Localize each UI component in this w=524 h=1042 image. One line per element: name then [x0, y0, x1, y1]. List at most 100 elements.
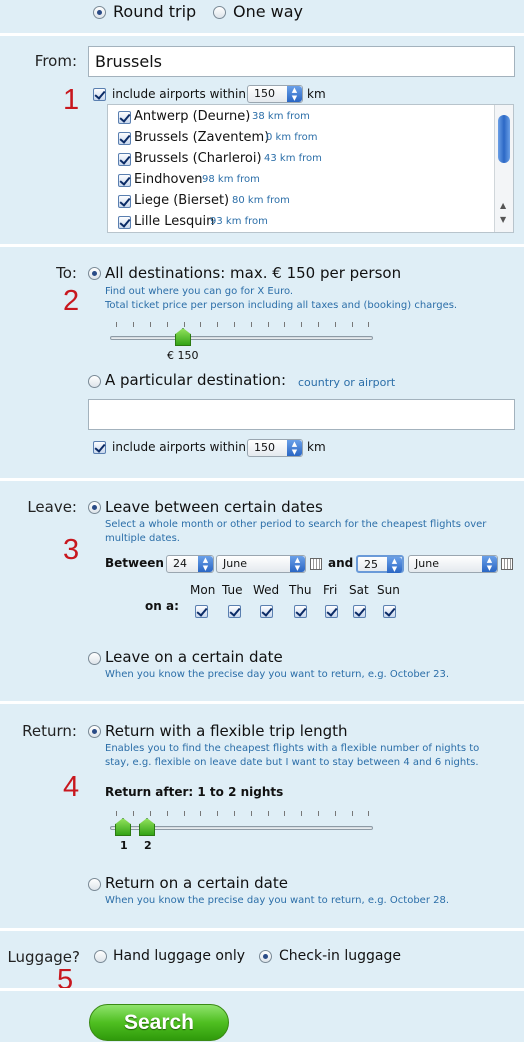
slider-tick: [368, 322, 369, 327]
from-radius-select[interactable]: 150 ▲ ▼: [247, 85, 303, 103]
day-fri-checkbox[interactable]: [325, 605, 338, 618]
search-button[interactable]: Search: [89, 1004, 229, 1041]
slider-tick: [352, 322, 353, 327]
from-day-value: 24: [173, 557, 187, 570]
to-include-airports-checkbox[interactable]: [93, 441, 106, 454]
airport-checkbox[interactable]: [118, 195, 131, 208]
slider-tick: [284, 811, 285, 816]
from-day-select[interactable]: 24 ▲ ▼: [166, 555, 214, 573]
leave-between-radio[interactable]: [88, 501, 101, 514]
slider-tick: [301, 322, 302, 327]
separator: [0, 701, 524, 704]
hand-luggage-radio[interactable]: [94, 950, 107, 963]
to-hint-1: Find out where you can go for X Euro.: [105, 286, 294, 297]
calendar-icon[interactable]: [501, 558, 513, 570]
from-radius-value: 150: [254, 87, 275, 100]
return-label: Return:: [22, 722, 77, 740]
one-way-radio[interactable]: [213, 6, 226, 19]
airport-checkbox[interactable]: [118, 216, 131, 229]
return-flexible-label: Return with a flexible trip length: [105, 722, 348, 740]
slider-thumb-max[interactable]: [139, 818, 155, 836]
day-fri-label: Fri: [323, 583, 338, 597]
airport-checkbox[interactable]: [118, 111, 131, 124]
return-certain-date-radio[interactable]: [88, 878, 101, 891]
slider-tick: [150, 811, 151, 816]
day-sat-checkbox[interactable]: [353, 605, 366, 618]
destination-input[interactable]: [88, 399, 515, 430]
day-mon-checkbox[interactable]: [195, 605, 208, 618]
airport-checkbox[interactable]: [118, 174, 131, 187]
airport-list[interactable]: Antwerp (Deurne) 38 km from Brussels (Za…: [107, 104, 514, 233]
day-wed-checkbox[interactable]: [260, 605, 273, 618]
to-radius-select[interactable]: 150 ▲ ▼: [247, 439, 303, 457]
from-include-airports-checkbox[interactable]: [93, 88, 106, 101]
all-destinations-radio[interactable]: [88, 267, 101, 280]
leave-label: Leave:: [27, 498, 77, 516]
to-include-airports-label: include airports within: [112, 440, 246, 454]
checkin-luggage-label: Check-in luggage: [279, 948, 401, 964]
slider-tick: [167, 811, 168, 816]
to-day-select[interactable]: 25 ▲ ▼: [356, 555, 404, 573]
step-number-1: 1: [63, 84, 80, 116]
slider-thumb-min[interactable]: [115, 818, 131, 836]
day-tue-checkbox[interactable]: [228, 605, 241, 618]
slider-tick: [133, 811, 134, 816]
slider-tick: [234, 322, 235, 327]
airport-distance: 98 km from: [202, 174, 260, 185]
day-thu-label: Thu: [289, 583, 312, 597]
return-certain-date-label: Return on a certain date: [105, 874, 288, 892]
to-hint-2: Total ticket price per person including …: [105, 300, 458, 311]
day-thu-checkbox[interactable]: [294, 605, 307, 618]
airport-distance: 93 km from: [210, 216, 268, 227]
slider-tick: [217, 811, 218, 816]
slider-tick: [133, 322, 134, 327]
slider-tick: [116, 811, 117, 816]
chevron-updown-icon: ▲ ▼: [198, 556, 213, 572]
scroll-down-icon[interactable]: ▼: [500, 215, 506, 224]
airport-name: Brussels (Zaventem): [134, 130, 270, 145]
slider-tick: [301, 811, 302, 816]
scrollbar-thumb[interactable]: [498, 115, 510, 163]
round-trip-label: Round trip: [113, 2, 197, 21]
step-number-4: 4: [63, 771, 80, 803]
round-trip-radio[interactable]: [93, 6, 106, 19]
to-month-select[interactable]: June ▲ ▼: [408, 555, 498, 573]
slider-track[interactable]: [110, 336, 373, 340]
return-flexible-radio[interactable]: [88, 725, 101, 738]
airport-distance: 43 km from: [264, 153, 322, 164]
slider-tick: [167, 322, 168, 327]
airport-checkbox[interactable]: [118, 153, 131, 166]
day-tue-label: Tue: [222, 583, 243, 597]
chevron-updown-icon: ▲ ▼: [287, 440, 302, 456]
airport-list-scrollbar[interactable]: ▲ ▼: [494, 105, 513, 232]
airport-name: Lille Lesquin: [134, 214, 215, 229]
on-a-label: on a:: [145, 599, 179, 613]
airport-checkbox[interactable]: [118, 132, 131, 145]
slider-tick: [352, 811, 353, 816]
slider-tick: [200, 322, 201, 327]
step-number-2: 2: [63, 285, 80, 317]
checkin-luggage-radio[interactable]: [259, 950, 272, 963]
slider-tick: [217, 322, 218, 327]
airport-name: Eindhoven: [134, 172, 203, 187]
slider-thumb[interactable]: [175, 328, 191, 346]
chevron-updown-icon: ▲ ▼: [387, 557, 402, 573]
hand-luggage-label: Hand luggage only: [113, 948, 245, 964]
day-mon-label: Mon: [190, 583, 216, 597]
slider-tick: [116, 322, 117, 327]
airport-name: Brussels (Charleroi): [134, 151, 262, 166]
leave-certain-date-hint: When you know the precise day you want t…: [105, 669, 450, 680]
from-month-select[interactable]: June ▲ ▼: [216, 555, 306, 573]
return-flexible-hint-1: Enables you to find the cheapest flights…: [105, 743, 480, 754]
from-radius-unit: km: [307, 87, 326, 101]
particular-destination-radio[interactable]: [88, 375, 101, 388]
between-label: Between: [105, 556, 164, 570]
leave-certain-date-radio[interactable]: [88, 652, 101, 665]
day-sun-checkbox[interactable]: [383, 605, 396, 618]
calendar-icon[interactable]: [310, 558, 322, 570]
scroll-up-icon[interactable]: ▲: [500, 201, 506, 210]
from-label: From:: [34, 52, 77, 70]
from-include-airports-label: include airports within: [112, 87, 246, 101]
from-input[interactable]: Brussels: [88, 46, 515, 77]
airport-distance: 38 km from: [252, 111, 310, 122]
